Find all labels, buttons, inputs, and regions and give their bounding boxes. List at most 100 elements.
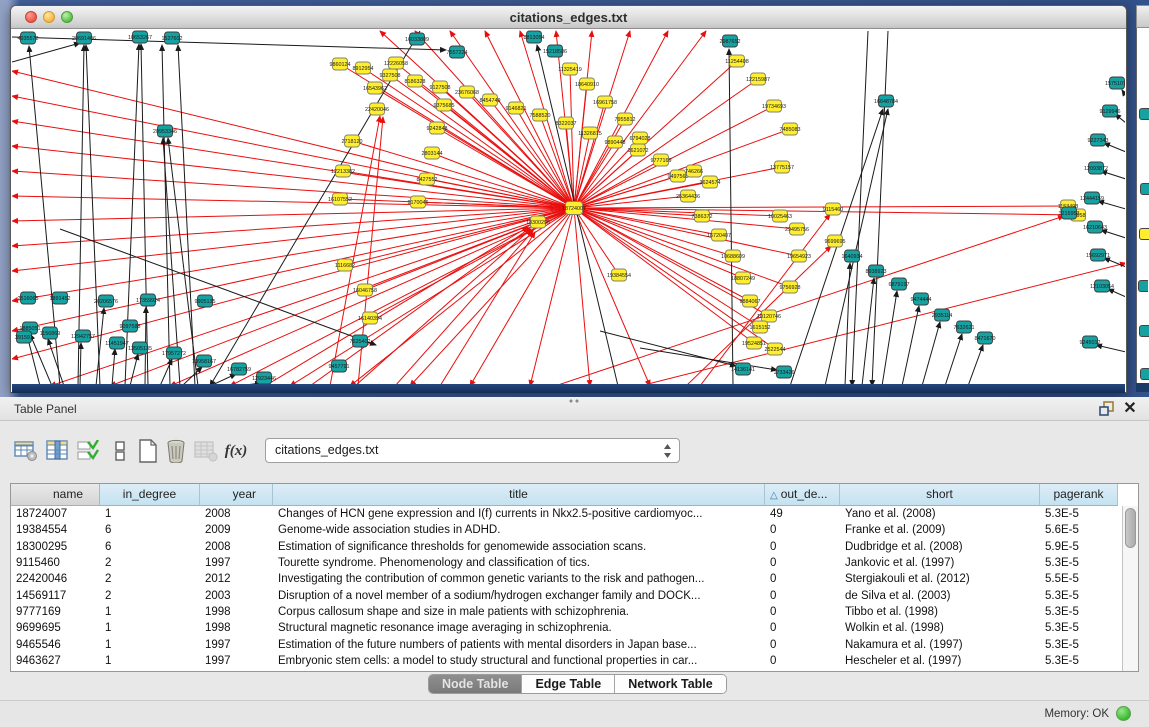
import-table-icon[interactable] xyxy=(192,437,220,465)
graph-node[interactable]: 29495756 xyxy=(785,223,809,235)
citation-edge-black[interactable] xyxy=(945,334,962,384)
table-row[interactable]: 969969511998Structural magnetic resonanc… xyxy=(11,620,1122,636)
graph-node[interactable]: 3624574 xyxy=(700,176,721,188)
network-canvas[interactable]: 9860124891295412226058932750816543962818… xyxy=(12,29,1125,384)
graph-node[interactable]: 9474444 xyxy=(911,293,932,305)
graph-node[interactable]: 6879197 xyxy=(889,278,910,290)
column-header-year[interactable]: year xyxy=(200,484,273,506)
graph-node[interactable]: 9327508 xyxy=(380,69,401,81)
graph-node[interactable]: 8471670 xyxy=(975,332,996,344)
graph-node[interactable]: 9890448 xyxy=(605,136,626,148)
table-row[interactable]: 1456911722003Disruption of a novel membe… xyxy=(11,588,1122,604)
table-row[interactable]: 1830029562008Estimation of significance … xyxy=(11,539,1122,555)
graph-node[interactable]: 8813054 xyxy=(524,31,545,43)
graph-node[interactable]: 391591 xyxy=(15,331,33,343)
table-row[interactable]: 946554611997Estimation of the future num… xyxy=(11,637,1122,653)
graph-node[interactable]: 20953346 xyxy=(153,125,177,137)
citation-edge-black[interactable] xyxy=(862,278,874,384)
citation-edge-red[interactable] xyxy=(12,208,574,331)
tab-network-table[interactable]: Network Table xyxy=(615,675,726,694)
graph-node[interactable]: 16720407 xyxy=(707,229,731,241)
graph-node[interactable]: 17359924 xyxy=(136,294,160,306)
graph-node[interactable]: 12226058 xyxy=(384,57,408,69)
graph-node[interactable]: 7557224 xyxy=(447,46,468,58)
citation-edge-black[interactable] xyxy=(125,44,139,384)
graph-node[interactable]: 11451947 xyxy=(105,337,129,349)
column-header-short[interactable]: short xyxy=(840,484,1040,506)
table-row[interactable]: 1872400712008Changes of HCN gene express… xyxy=(11,506,1122,522)
table-settings-icon[interactable] xyxy=(12,437,40,465)
graph-node[interactable]: 8938923 xyxy=(866,265,887,277)
table-body[interactable]: 1872400712008Changes of HCN gene express… xyxy=(11,506,1122,670)
graph-node[interactable]: 12942757 xyxy=(71,330,95,342)
table-row[interactable]: 1938455462009Genome-wide association stu… xyxy=(11,522,1122,538)
citation-edge-black[interactable] xyxy=(872,31,888,384)
citation-edge-black[interactable] xyxy=(845,263,850,384)
memory-indicator-icon[interactable] xyxy=(1116,706,1131,721)
graph-node[interactable]: 9884067 xyxy=(740,295,761,307)
citation-edge-black[interactable] xyxy=(1101,171,1125,179)
table-selector-dropdown[interactable]: citations_edges.txt xyxy=(265,438,680,463)
column-header-pagerank[interactable]: pagerank xyxy=(1040,484,1118,506)
graph-node[interactable]: 8912954 xyxy=(353,62,374,74)
function-builder-icon[interactable]: f(x) xyxy=(222,437,250,465)
table-scrollbar[interactable] xyxy=(1122,506,1138,671)
graph-node[interactable]: 1640934 xyxy=(842,250,863,262)
citation-edge-red[interactable] xyxy=(390,75,574,208)
graph-node[interactable]: 19384554 xyxy=(607,269,631,281)
graph-node[interactable]: 1116682 xyxy=(335,259,355,271)
graph-node[interactable]: 15218506 xyxy=(543,45,567,57)
graph-node[interactable]: 1615152 xyxy=(750,321,771,333)
table-row[interactable]: 946362711997Embryonic stem cells: a mode… xyxy=(11,653,1122,669)
citation-edge-black[interactable] xyxy=(1122,90,1125,96)
graph-node[interactable]: 9777169 xyxy=(651,154,672,166)
column-header-name[interactable]: name xyxy=(11,484,100,506)
citation-edge-red[interactable] xyxy=(574,31,706,208)
citation-edge-black[interactable] xyxy=(600,331,736,366)
graph-node[interactable]: 8322037 xyxy=(556,117,577,129)
graph-node[interactable]: 9115460 xyxy=(823,203,844,215)
row-height-icon[interactable] xyxy=(106,437,134,465)
citation-edge-black[interactable] xyxy=(182,367,202,384)
citation-edge-red[interactable] xyxy=(574,206,1068,208)
graph-node[interactable]: 1621072 xyxy=(628,144,649,156)
citation-edge-black[interactable] xyxy=(112,349,115,384)
graph-node[interactable]: 22420046 xyxy=(365,103,389,115)
citation-edge-black[interactable] xyxy=(922,322,940,384)
citation-edge-red[interactable] xyxy=(12,208,574,221)
graph-node[interactable]: 9170046 xyxy=(408,196,429,208)
citation-edge-black[interactable] xyxy=(1101,230,1125,238)
graph-node[interactable]: 9375685 xyxy=(434,99,455,111)
citation-edge-black[interactable] xyxy=(80,343,81,384)
graph-node[interactable]: 10688609 xyxy=(721,250,745,262)
graph-node[interactable]: 16961758 xyxy=(593,96,617,108)
graph-node[interactable]: 15751074 xyxy=(1105,77,1125,89)
citation-edge-black[interactable] xyxy=(178,45,195,384)
graph-node[interactable]: 2987652 xyxy=(720,35,741,47)
graph-node[interactable]: 9860124 xyxy=(330,58,351,70)
graph-node[interactable]: 16782759 xyxy=(227,363,251,375)
table-row[interactable]: 2242004622012Investigating the contribut… xyxy=(11,571,1122,587)
graph-node[interactable]: 23676068 xyxy=(455,86,479,98)
graph-node[interactable]: 16046758 xyxy=(353,284,377,296)
graph-node[interactable]: 9129946 xyxy=(1100,105,1121,117)
graph-node[interactable]: 25364436 xyxy=(676,190,700,202)
citation-edge-red[interactable] xyxy=(290,208,574,384)
graph-node[interactable]: 13775157 xyxy=(770,161,794,173)
column-header-out_de[interactable]: △out_de... xyxy=(765,484,840,506)
graph-hub-node[interactable]: 18724007 xyxy=(562,202,586,215)
graph-node[interactable]: 9905135 xyxy=(195,295,216,307)
graph-node[interactable]: 9227343 xyxy=(1088,134,1109,146)
table-row[interactable]: 911546021997Tourette syndrome. Phenomeno… xyxy=(11,555,1122,571)
citation-edge-black[interactable] xyxy=(640,348,777,370)
graph-node[interactable]: 10025463 xyxy=(768,210,792,222)
citation-edge-red[interactable] xyxy=(574,208,619,275)
graph-node[interactable]: 14136141 xyxy=(731,363,755,375)
graph-node[interactable]: 20691406 xyxy=(72,32,96,44)
citation-edge-red[interactable] xyxy=(12,208,574,359)
citation-edge-black[interactable] xyxy=(60,229,376,345)
graph-node[interactable]: 1527602 xyxy=(162,32,183,44)
citation-edge-red[interactable] xyxy=(12,208,574,271)
graph-node[interactable]: 7632621 xyxy=(954,321,975,333)
graph-node[interactable]: 16648784 xyxy=(874,95,898,107)
